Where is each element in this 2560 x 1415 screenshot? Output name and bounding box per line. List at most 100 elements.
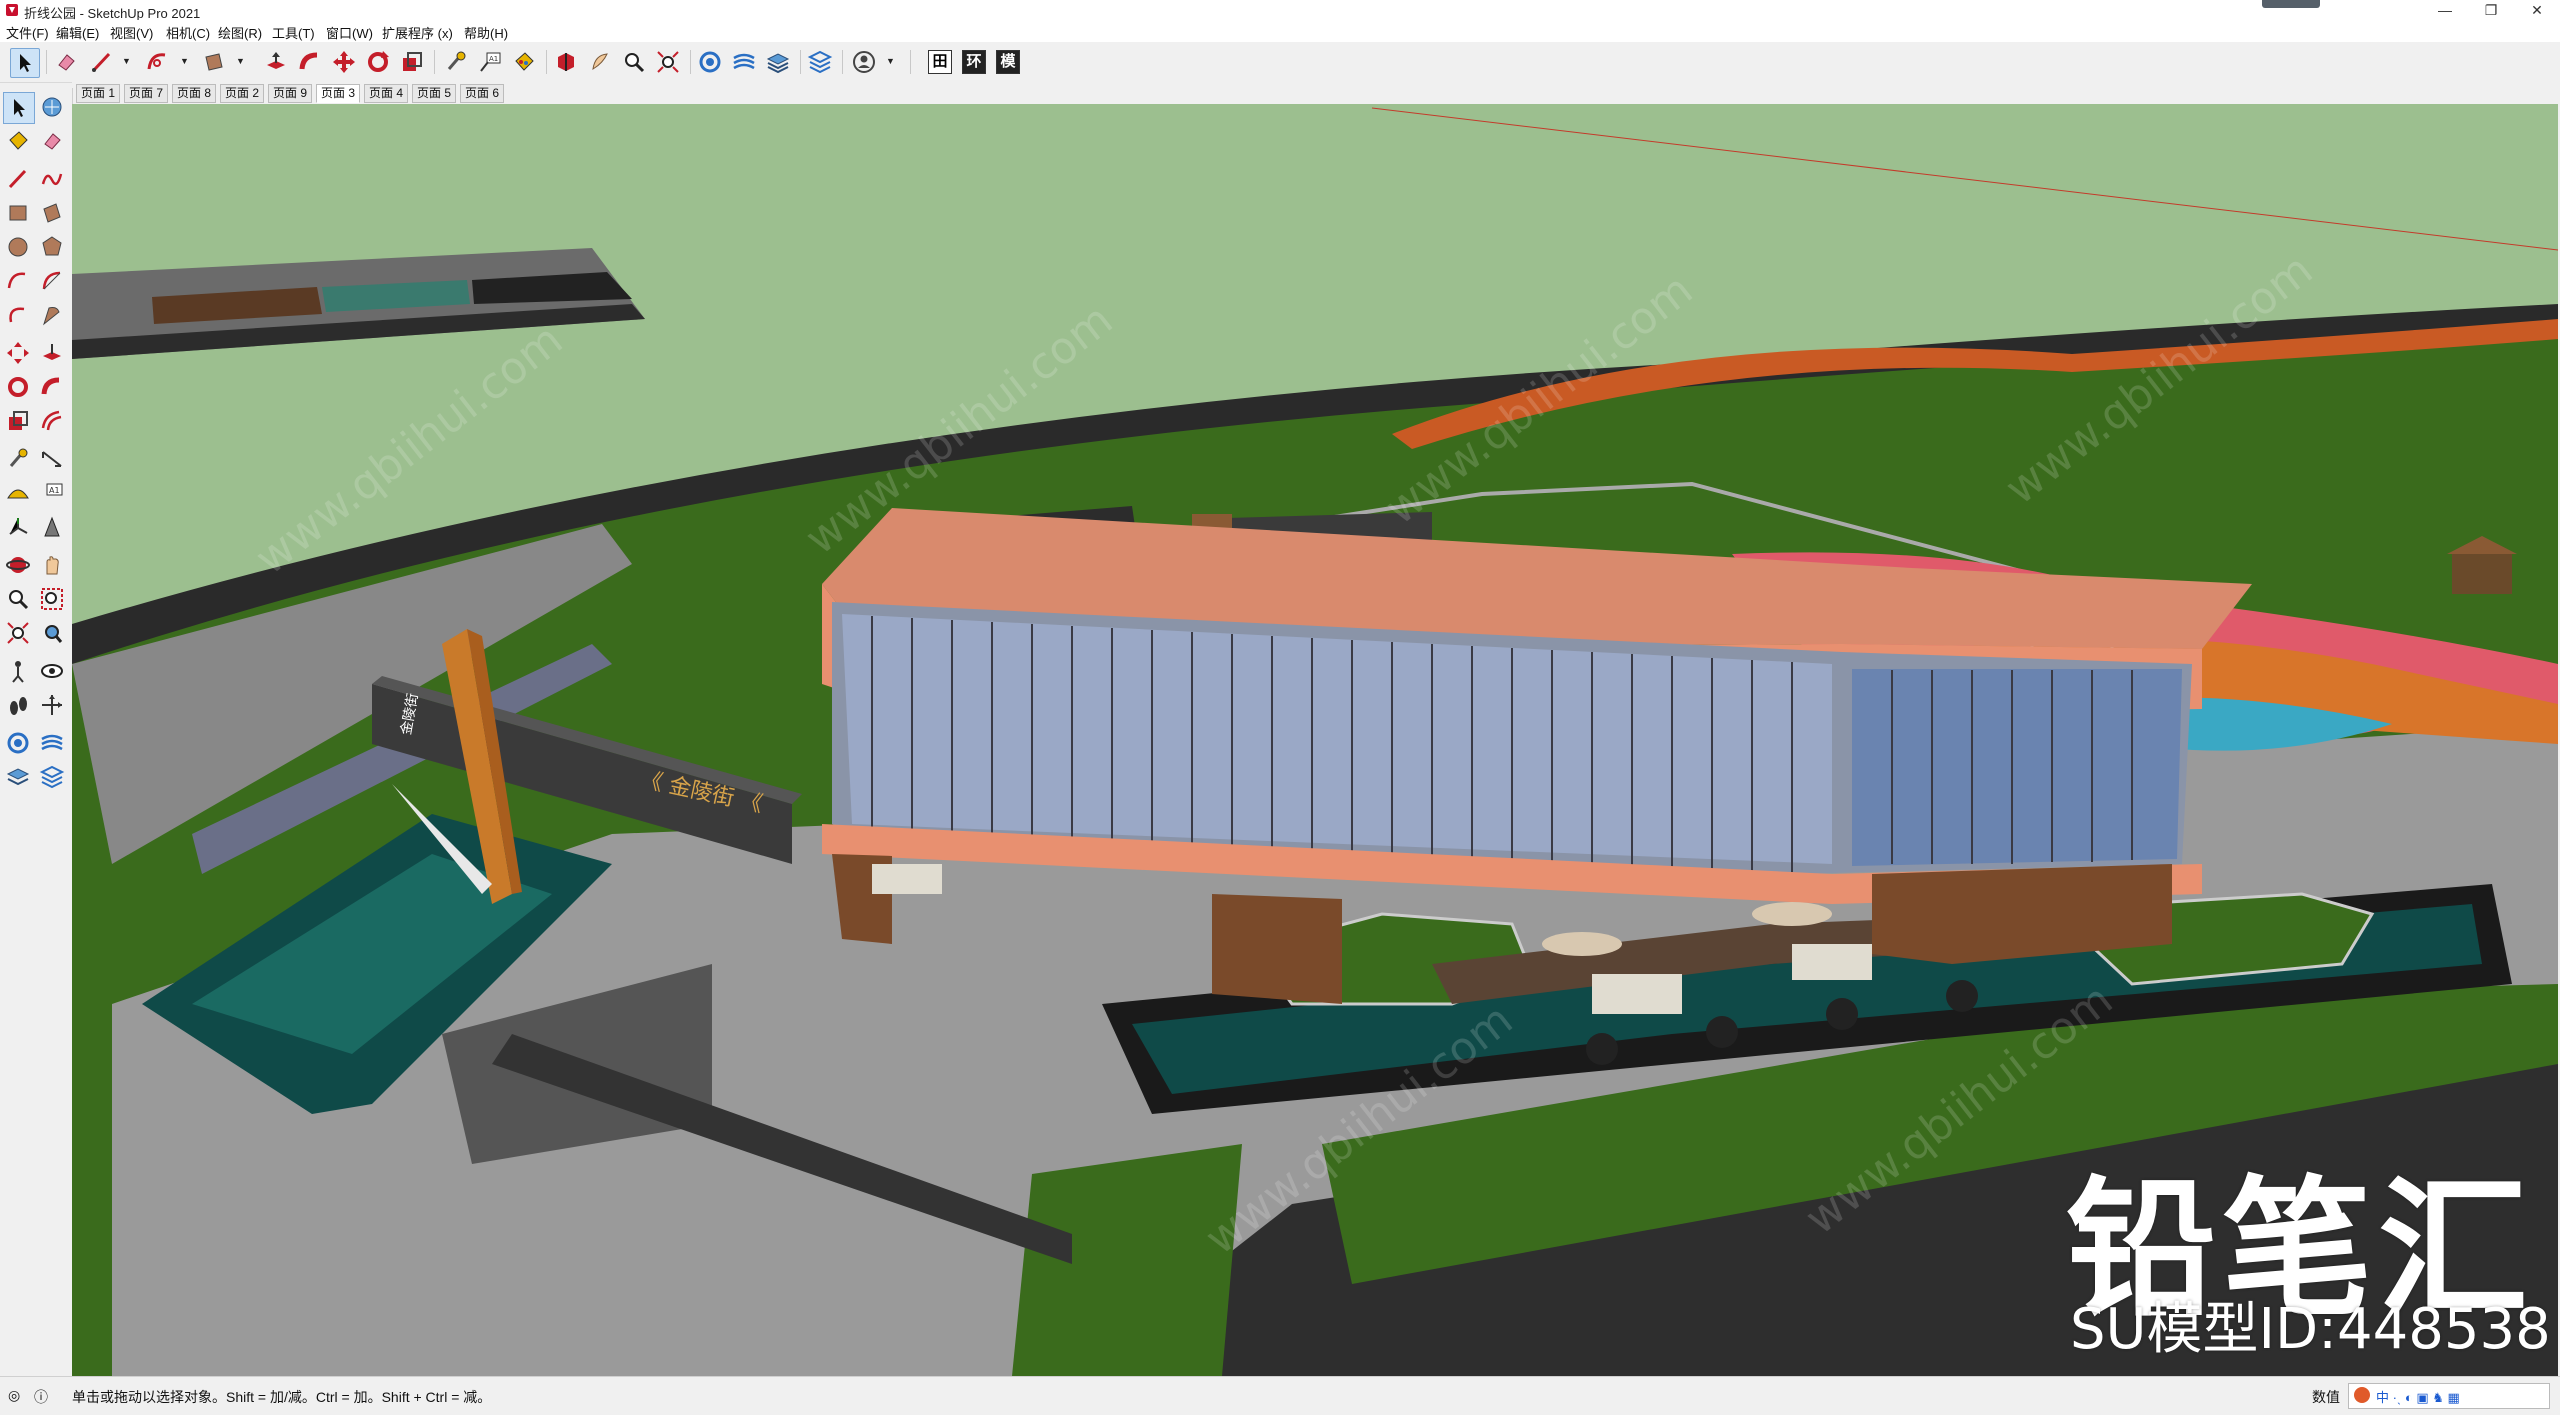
zoom-tool-button[interactable] [620, 48, 648, 76]
lt-pan[interactable] [37, 550, 67, 580]
lt-follow-me[interactable] [37, 372, 67, 402]
tab-scene-8[interactable]: 页面 8 [172, 84, 217, 103]
arc-tool-button[interactable] [144, 48, 172, 76]
lt-zoom-extents[interactable] [3, 618, 33, 648]
model-viewport[interactable]: 金陵街 《 金陵街 《 www.qbiihui.com www.qbiihui.… [72, 104, 2558, 1376]
arc-dropdown-icon[interactable]: ▼ [180, 56, 189, 66]
ext-button-2[interactable]: 环 [960, 48, 988, 76]
lt-pie[interactable] [37, 266, 67, 296]
lt-rotated-rect[interactable] [37, 198, 67, 228]
lt-circle[interactable] [3, 232, 33, 262]
account-button[interactable] [850, 48, 878, 76]
sandbox-tool-button[interactable] [730, 48, 758, 76]
ime-tray-icons[interactable]: 中 ·ˎ ◐ ▣ ♞ ▦ [2376, 1387, 2460, 1406]
ext-button-3[interactable]: 模 [994, 48, 1022, 76]
rectangle-dropdown-icon[interactable]: ▼ [236, 56, 245, 66]
rectangle-tool-button[interactable] [200, 48, 228, 76]
select-icon [20, 54, 31, 72]
ring-icon: 环 [962, 50, 986, 74]
lt-two-point-arc[interactable] [37, 300, 67, 330]
lt-zoom-window[interactable] [37, 584, 67, 614]
lt-dimension[interactable] [37, 444, 67, 474]
lt-push-pull[interactable] [37, 338, 67, 368]
menu-file[interactable]: 文件(F) [6, 23, 49, 42]
paint-bucket-tool-button[interactable] [510, 48, 538, 76]
menu-view[interactable]: 视图(V) [110, 23, 153, 42]
lt-tape[interactable] [3, 444, 33, 474]
lt-walk[interactable] [3, 690, 33, 720]
lt-orbit[interactable] [3, 550, 33, 580]
select-tool-button[interactable] [10, 48, 40, 78]
move-tool-button[interactable] [330, 48, 358, 76]
scale-tool-button[interactable] [398, 48, 426, 76]
tab-scene-6[interactable]: 页面 6 [460, 84, 505, 103]
lt-rectangle[interactable] [3, 198, 33, 228]
menu-help[interactable]: 帮助(H) [464, 23, 508, 42]
lt-move[interactable] [3, 338, 33, 368]
zoom-extents-icon [7, 622, 29, 644]
line-dropdown-icon[interactable]: ▼ [122, 56, 131, 66]
walk-tool-button[interactable] [586, 48, 614, 76]
push-pull-tool-button[interactable] [262, 48, 290, 76]
minimize-button[interactable]: — [2422, 0, 2468, 20]
tab-scene-1[interactable]: 页面 1 [76, 84, 121, 103]
lt-paint[interactable] [3, 126, 33, 156]
ext-button-1[interactable]: 田 [926, 48, 954, 76]
line-tool-button[interactable] [88, 48, 116, 76]
tab-scene-3[interactable]: 页面 3 [316, 84, 361, 103]
lt-position-camera[interactable] [3, 656, 33, 686]
restore-button[interactable]: ❐ [2468, 0, 2514, 20]
lt-polygon[interactable] [37, 232, 67, 262]
geo-status-icon[interactable]: ◎ [8, 1387, 20, 1404]
lt-section[interactable] [37, 690, 67, 720]
close-button[interactable]: ✕ [2514, 0, 2560, 20]
lt-freehand[interactable] [37, 164, 67, 194]
lt-component[interactable] [37, 92, 67, 122]
eraser-tool-button[interactable] [52, 48, 80, 76]
lt-layers[interactable] [3, 762, 33, 792]
lt-three-point-arc[interactable] [3, 300, 33, 330]
lt-previous[interactable] [37, 618, 67, 648]
section-plane-tool-button[interactable] [552, 48, 580, 76]
lt-arc[interactable] [3, 266, 33, 296]
lt-protractor[interactable] [3, 478, 33, 508]
lt-eraser[interactable] [37, 126, 67, 156]
menu-edit[interactable]: 编辑(E) [56, 23, 99, 42]
tape-measure-icon [447, 51, 466, 70]
geo-location-tool-button[interactable] [696, 48, 724, 76]
lt-offset[interactable] [37, 406, 67, 436]
tab-scene-9[interactable]: 页面 9 [268, 84, 313, 103]
menu-tools[interactable]: 工具(T) [272, 23, 315, 42]
layers-tool-button[interactable] [764, 48, 792, 76]
zoom-extents-tool-button[interactable] [654, 48, 682, 76]
lt-line[interactable] [3, 164, 33, 194]
ime-logo-icon[interactable] [2354, 1387, 2370, 1403]
solid-tools-button[interactable] [806, 48, 834, 76]
lt-text[interactable]: A1 [37, 478, 67, 508]
credits-icon[interactable]: ⓘ [34, 1387, 48, 1407]
paint-bucket-icon [9, 131, 28, 150]
lt-scale[interactable] [3, 406, 33, 436]
tab-scene-4[interactable]: 页面 4 [364, 84, 409, 103]
lt-axes[interactable] [3, 512, 33, 542]
follow-me-tool-button[interactable] [296, 48, 324, 76]
tab-scene-7[interactable]: 页面 7 [124, 84, 169, 103]
lt-sandbox[interactable] [3, 728, 33, 758]
rotate-tool-button[interactable] [364, 48, 392, 76]
lt-3d-text[interactable] [37, 512, 67, 542]
menu-draw[interactable]: 绘图(R) [218, 23, 262, 42]
menu-window[interactable]: 窗口(W) [326, 23, 373, 42]
lt-tags[interactable] [37, 762, 67, 792]
lt-zoom[interactable] [3, 584, 33, 614]
menu-camera[interactable]: 相机(C) [166, 23, 210, 42]
tape-measure-tool-button[interactable] [442, 48, 470, 76]
account-dropdown-icon[interactable]: ▼ [886, 56, 895, 66]
text-tool-button[interactable]: A1 [476, 48, 504, 76]
lt-look-around[interactable] [37, 656, 67, 686]
lt-rotate[interactable] [3, 372, 33, 402]
lt-terrain[interactable] [37, 728, 67, 758]
tab-scene-5[interactable]: 页面 5 [412, 84, 457, 103]
menu-extensions[interactable]: 扩展程序 (x) [382, 23, 453, 42]
tab-scene-2[interactable]: 页面 2 [220, 84, 265, 103]
lt-select[interactable] [3, 92, 35, 124]
